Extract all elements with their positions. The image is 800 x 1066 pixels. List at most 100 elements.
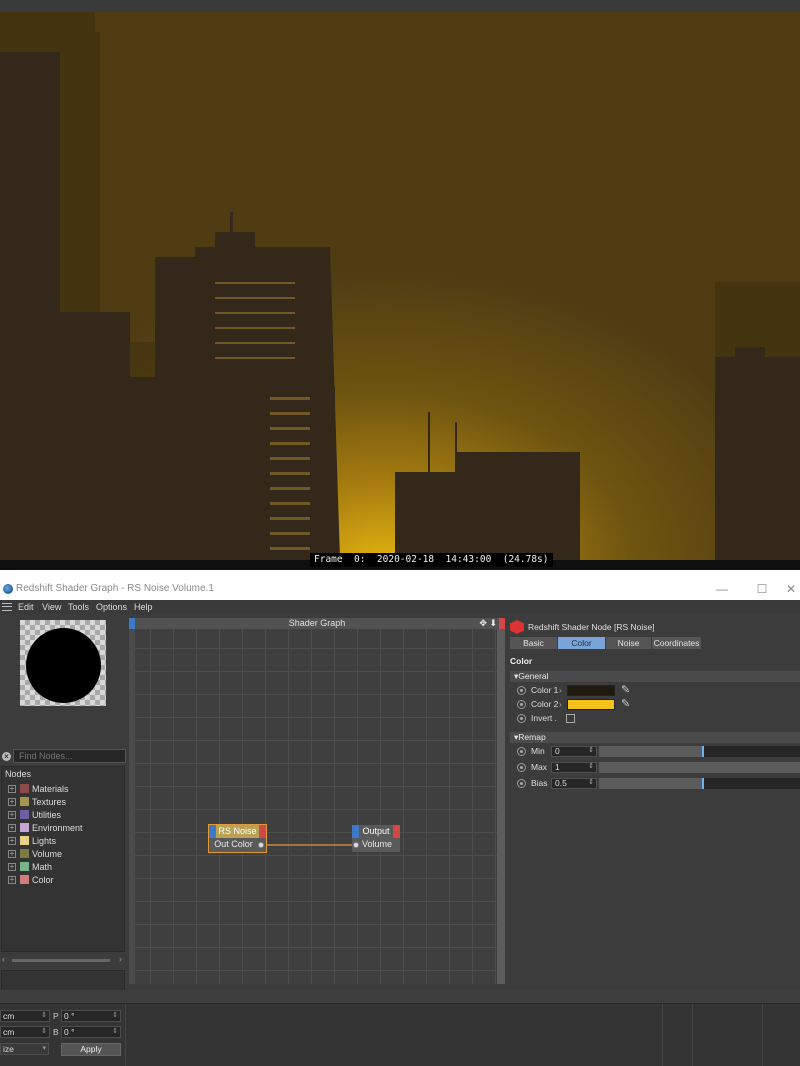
max-field[interactable]: 1 ⇕ [551,762,597,773]
position-field[interactable]: cm ⇕ [0,1010,50,1022]
title-bar: Redshift Shader Graph - RS Noise Volume.… [0,578,800,600]
tree-item-label: Environment [32,823,83,833]
node-header[interactable]: RS Noise [209,825,266,838]
spinner-icon[interactable]: ⇕ [588,762,594,771]
scroll-left-icon[interactable]: ‹ [2,954,5,964]
animate-radio[interactable] [517,763,526,772]
output-node[interactable]: Output Volume [352,825,400,852]
menu-view[interactable]: View [42,602,61,612]
eyedropper-icon[interactable]: ✎ [621,698,630,710]
expand-icon[interactable]: + [8,824,16,832]
slider-handle[interactable] [702,746,704,757]
tree-item-textures[interactable]: + Textures [8,796,123,808]
min-slider[interactable] [599,746,800,757]
expand-chevron-icon[interactable]: › [559,685,562,695]
tab-noise[interactable]: Noise [606,637,651,649]
menu-tools[interactable]: Tools [68,602,89,612]
tree-item-utilities[interactable]: + Utilities [8,809,123,821]
tree-item-math[interactable]: + Math [8,861,123,873]
graph-canvas[interactable]: RS Noise Out Color Output Volume [135,629,497,984]
animate-radio[interactable] [517,747,526,756]
spinner-icon[interactable]: ⇕ [588,778,594,787]
position2-field[interactable]: cm ⇕ [0,1026,50,1038]
out-color-port[interactable] [258,842,264,848]
min-field[interactable]: 0 ⇕ [551,746,597,757]
tree-item-environment[interactable]: + Environment [8,822,123,834]
invert-checkbox[interactable] [566,714,575,723]
group-label: Remap [518,732,546,742]
find-nodes-input[interactable] [13,749,126,763]
tree-item-label: Volume [32,849,63,859]
tree-item-volume[interactable]: + Volume [8,848,123,860]
bias-slider[interactable] [599,778,800,789]
max-slider[interactable] [599,762,800,773]
tree-item-color[interactable]: + Color [8,874,123,886]
expand-icon[interactable]: + [8,837,16,845]
render-viewport: Frame 0: 2020-02-18 14:43:00 (24.78s) [0,0,800,578]
bias-label: Bias [531,778,548,788]
preview-sphere [26,628,101,703]
tab-color[interactable]: Color [558,637,605,649]
expand-icon[interactable]: + [8,811,16,819]
volume-port[interactable] [353,842,359,848]
remap-bias-row: Bias 0.5 ⇕ [517,777,800,790]
window-title: Redshift Shader Graph - RS Noise Volume.… [16,583,214,594]
menu-options[interactable]: Options [96,602,127,612]
spinner-icon[interactable]: ⇕ [588,746,594,755]
animate-radio[interactable] [517,714,526,723]
bias-field[interactable]: 0.5 ⇕ [551,778,597,789]
category-color-swatch [20,862,29,871]
close-button[interactable]: ✕ [782,581,800,597]
expand-icon[interactable]: + [8,876,16,884]
animate-radio[interactable] [517,700,526,709]
expand-icon[interactable]: + [8,798,16,806]
port-label: Out Color [214,839,253,849]
animate-radio[interactable] [517,779,526,788]
rs-noise-node[interactable]: RS Noise Out Color [208,824,267,853]
color2-swatch[interactable] [567,699,615,710]
minimize-button[interactable]: — [712,581,732,597]
divider [692,1004,693,1066]
scroll-right-icon[interactable]: › [119,954,122,964]
tab-coordinates[interactable]: Coordinates [652,637,701,649]
remap-max-row: Max 1 ⇕ [517,761,800,774]
node-header[interactable]: Output [352,825,400,838]
expand-chevron-icon[interactable]: › [559,699,562,709]
group-remap[interactable]: ▾Remap [510,732,800,743]
tree-item-lights[interactable]: + Lights [8,835,123,847]
expand-icon[interactable]: + [8,850,16,858]
bank-field[interactable]: 0 ° ⇕ [61,1026,121,1038]
eyedropper-icon[interactable]: ✎ [621,684,630,696]
slider-handle[interactable] [702,778,704,789]
graph-navigate-icon[interactable]: ✥ ⬇ [479,618,497,629]
mode-dropdown[interactable]: ize ▾ [0,1043,49,1055]
expand-icon[interactable]: + [8,863,16,871]
tab-basic[interactable]: Basic [510,637,557,649]
menu-help[interactable]: Help [134,602,153,612]
menu-edit[interactable]: Edit [18,602,34,612]
pitch-field[interactable]: 0 ° ⇕ [61,1010,121,1022]
invert-label: Invert . [531,713,557,723]
maximize-button[interactable]: ☐ [752,581,772,597]
color1-swatch[interactable] [567,685,615,696]
color2-row: Color 2 › ✎ [517,698,797,711]
expand-icon[interactable]: + [8,785,16,793]
hamburger-icon[interactable] [2,603,12,611]
max-label: Max [531,762,548,772]
node-browser-panel: × Nodes + Materials + Textures + Utiliti… [0,616,128,1022]
graph-right-gutter [497,629,505,984]
b-label: B [53,1027,59,1037]
viewport-top-bar [0,0,800,12]
animate-radio[interactable] [517,686,526,695]
port-label: Volume [362,839,393,849]
tree-horizontal-scrollbar[interactable]: ‹ › [0,954,126,964]
apply-button[interactable]: Apply [61,1043,121,1056]
tree-item-materials[interactable]: + Materials [8,783,123,795]
menu-bar: Edit View Tools Options Help [0,600,800,614]
attribute-header: Redshift Shader Node [RS Noise] [528,622,655,632]
clear-search-icon[interactable]: × [2,752,11,761]
tree-item-label: Lights [32,836,57,846]
group-general[interactable]: ▾General [510,671,800,682]
invert-row: Invert . [517,712,797,725]
scrollbar-thumb[interactable] [12,959,110,962]
